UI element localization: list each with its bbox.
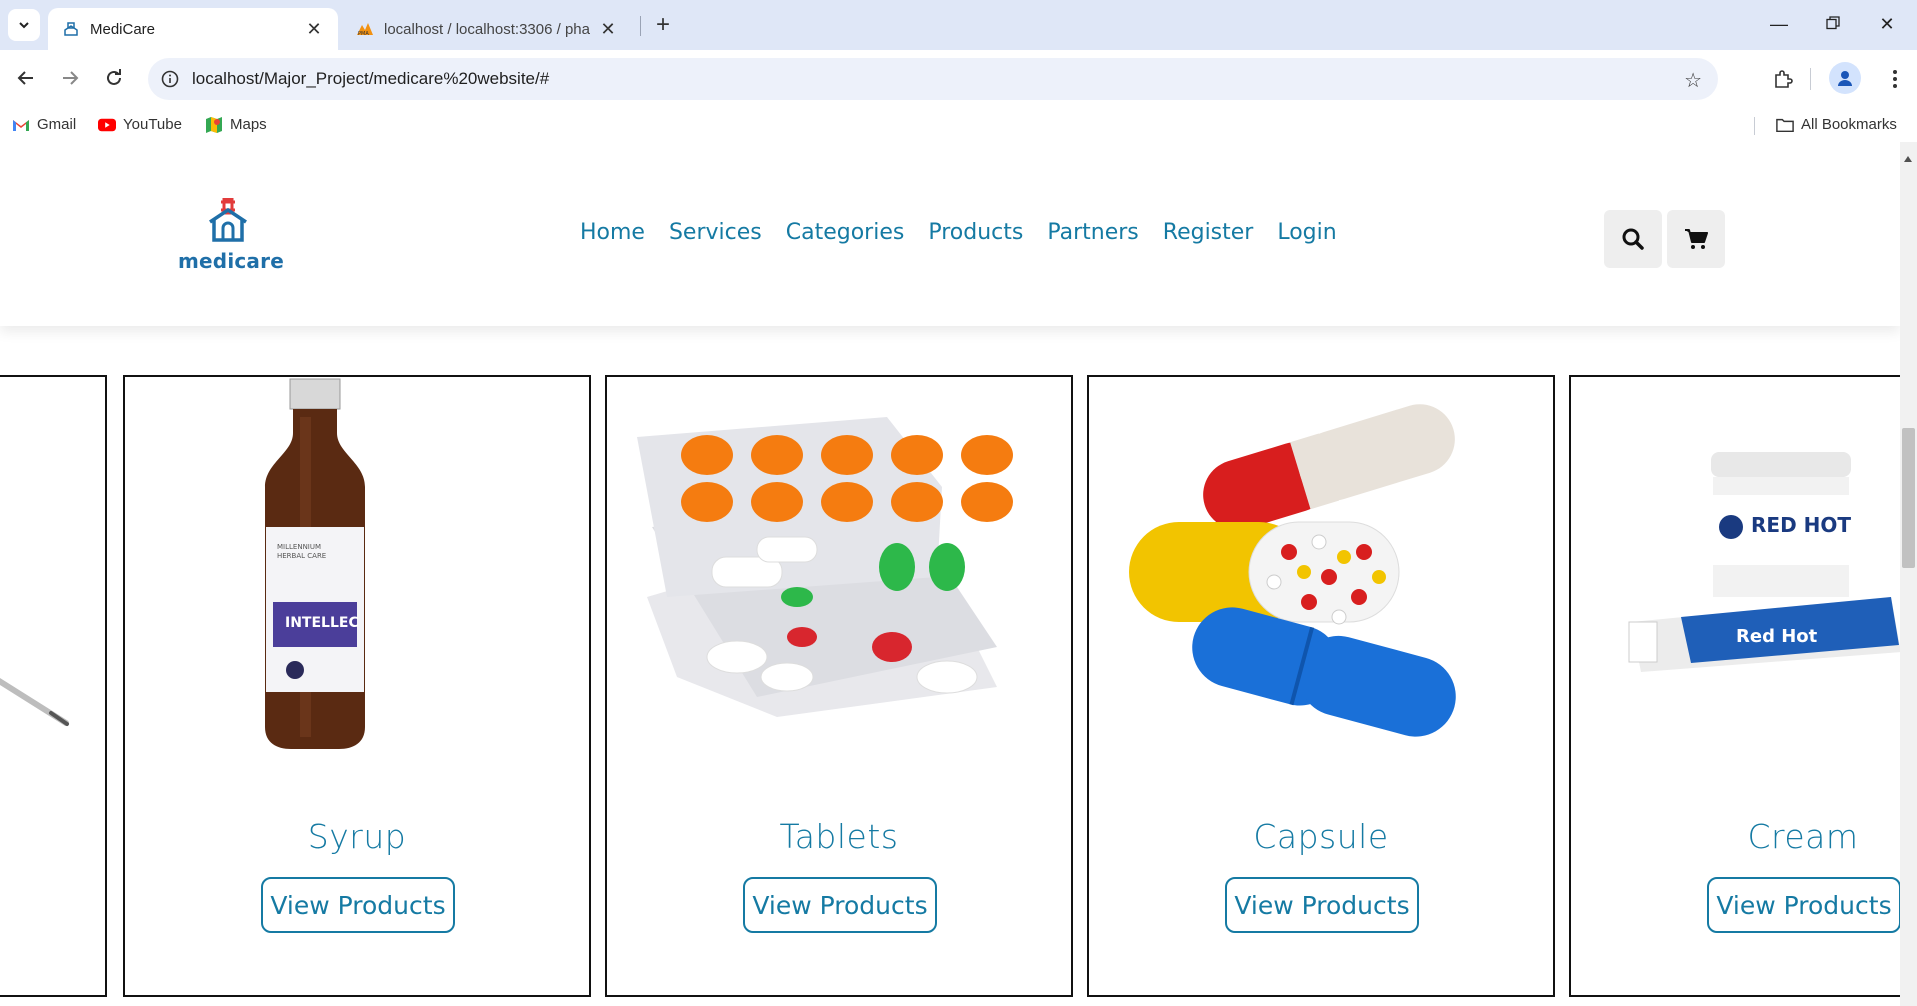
back-button[interactable] bbox=[12, 64, 40, 92]
tablets-blister-image bbox=[607, 377, 1071, 757]
category-card-syrup: INTELLEC MILLENNIUM HERBAL CARE Syrup Vi… bbox=[123, 375, 591, 997]
phpmyadmin-favicon-icon: PMA bbox=[356, 20, 374, 38]
site-header: medicare Home Services Categories Produc… bbox=[0, 142, 1900, 326]
category-card-partial bbox=[0, 375, 107, 997]
cart-icon bbox=[1685, 229, 1708, 249]
menu-button[interactable] bbox=[1880, 64, 1910, 94]
cart-button[interactable] bbox=[1667, 210, 1725, 268]
browser-toolbar: localhost/Major_Project/medicare%20websi… bbox=[0, 50, 1917, 108]
view-products-button[interactable]: View Products bbox=[1707, 877, 1900, 933]
all-bookmarks-label: All Bookmarks bbox=[1801, 116, 1897, 133]
address-bar[interactable]: localhost/Major_Project/medicare%20websi… bbox=[148, 58, 1718, 100]
youtube-icon bbox=[98, 117, 116, 133]
profile-avatar[interactable] bbox=[1829, 62, 1861, 94]
bookmark-label: YouTube bbox=[123, 116, 182, 133]
chevron-down-icon bbox=[19, 22, 29, 29]
nav-services[interactable]: Services bbox=[669, 220, 762, 245]
all-bookmarks-button[interactable]: All Bookmarks bbox=[1776, 116, 1897, 133]
more-vert-icon bbox=[1893, 70, 1897, 88]
bookmark-label: Maps bbox=[230, 116, 267, 133]
syrup-bottle-image: INTELLEC MILLENNIUM HERBAL CARE bbox=[125, 377, 589, 757]
extensions-button[interactable] bbox=[1768, 64, 1798, 94]
scroll-up-arrow-icon[interactable] bbox=[1904, 156, 1912, 162]
forward-button[interactable] bbox=[56, 64, 84, 92]
category-card-tablets: Tablets View Products bbox=[605, 375, 1073, 997]
folder-icon bbox=[1776, 117, 1794, 133]
category-card-cream: RED HOT Red Hot Cream View Products bbox=[1569, 375, 1900, 997]
category-name: Capsule bbox=[1253, 817, 1389, 856]
bookmark-gmail[interactable]: Gmail bbox=[12, 116, 76, 133]
url-text: localhost/Major_Project/medicare%20websi… bbox=[192, 69, 550, 88]
arrow-left-icon bbox=[17, 71, 33, 85]
brand-name: medicare bbox=[178, 249, 284, 273]
nav-categories[interactable]: Categories bbox=[786, 220, 905, 245]
arrow-right-icon bbox=[63, 71, 79, 85]
restore-button[interactable] bbox=[1808, 8, 1858, 40]
svg-text:HERBAL CARE: HERBAL CARE bbox=[277, 552, 326, 560]
view-products-button[interactable]: View Products bbox=[1225, 877, 1419, 933]
nav-login[interactable]: Login bbox=[1277, 220, 1336, 245]
reload-button[interactable] bbox=[100, 64, 128, 92]
category-name: Cream bbox=[1747, 817, 1859, 856]
tab-medicare[interactable]: MediCare ✕ bbox=[48, 8, 338, 50]
person-icon bbox=[1838, 71, 1852, 86]
scrollbar-thumb[interactable] bbox=[1902, 428, 1915, 568]
bookmark-label: Gmail bbox=[37, 116, 77, 133]
bookmark-youtube[interactable]: YouTube bbox=[98, 116, 182, 133]
cream-jar-image: RED HOT Red Hot bbox=[1571, 377, 1900, 757]
page-scrollbar[interactable] bbox=[1900, 142, 1917, 1006]
svg-text:RED HOT: RED HOT bbox=[1751, 513, 1851, 537]
page-viewport: medicare Home Services Categories Produc… bbox=[0, 142, 1900, 1006]
close-window-button[interactable]: ✕ bbox=[1862, 8, 1912, 40]
tab-phpmyadmin[interactable]: PMA localhost / localhost:3306 / pha ✕ bbox=[342, 8, 632, 50]
svg-text:INTELLEC: INTELLEC bbox=[285, 615, 359, 631]
search-icon bbox=[1622, 228, 1644, 250]
restore-icon bbox=[1826, 16, 1840, 30]
category-card-capsule: Capsule View Products bbox=[1087, 375, 1555, 997]
nav-register[interactable]: Register bbox=[1163, 220, 1254, 245]
svg-text:PMA: PMA bbox=[358, 31, 369, 36]
site-info-icon[interactable] bbox=[148, 70, 192, 88]
view-products-button[interactable]: View Products bbox=[743, 877, 937, 933]
puzzle-icon bbox=[1775, 70, 1793, 88]
new-tab-button[interactable]: + bbox=[648, 10, 678, 40]
close-tab-icon[interactable]: ✕ bbox=[304, 19, 324, 40]
svg-text:Red Hot: Red Hot bbox=[1736, 626, 1818, 647]
view-products-button[interactable]: View Products bbox=[261, 877, 455, 933]
tab-title: MediCare bbox=[90, 20, 156, 38]
category-carousel: INTELLEC MILLENNIUM HERBAL CARE Syrup Vi… bbox=[0, 375, 1900, 1006]
bookmark-maps[interactable]: Maps bbox=[205, 116, 267, 133]
nav-home[interactable]: Home bbox=[580, 220, 645, 245]
medicare-favicon-icon bbox=[62, 20, 80, 38]
tab-title: localhost / localhost:3306 / pha bbox=[384, 20, 590, 38]
toolbar-divider bbox=[1810, 68, 1811, 90]
gmail-icon bbox=[12, 117, 30, 133]
capsules-image bbox=[1089, 377, 1553, 757]
site-logo[interactable]: medicare bbox=[178, 197, 284, 273]
bookmark-star-icon[interactable]: ☆ bbox=[1684, 68, 1702, 93]
category-name: Tablets bbox=[779, 817, 899, 856]
svg-text:MILLENNIUM: MILLENNIUM bbox=[277, 543, 321, 551]
thermometer-image bbox=[0, 377, 105, 757]
bookmarks-bar: Gmail YouTube Maps All Bookmarks bbox=[0, 108, 1917, 142]
bookmarks-divider bbox=[1754, 117, 1755, 135]
minimize-button[interactable]: — bbox=[1754, 8, 1804, 40]
tab-search-button[interactable] bbox=[8, 9, 40, 41]
category-name: Syrup bbox=[307, 817, 407, 856]
tab-separator bbox=[640, 16, 641, 36]
close-tab-icon[interactable]: ✕ bbox=[598, 19, 618, 40]
maps-icon bbox=[205, 116, 223, 133]
reload-icon bbox=[107, 69, 121, 85]
main-nav: Home Services Categories Products Partne… bbox=[580, 220, 1337, 245]
medicare-house-logo-icon bbox=[209, 197, 247, 242]
browser-tabstrip: MediCare ✕ PMA localhost / localhost:330… bbox=[0, 0, 1917, 50]
nav-products[interactable]: Products bbox=[928, 220, 1023, 245]
nav-partners[interactable]: Partners bbox=[1047, 220, 1138, 245]
search-button[interactable] bbox=[1604, 210, 1662, 268]
